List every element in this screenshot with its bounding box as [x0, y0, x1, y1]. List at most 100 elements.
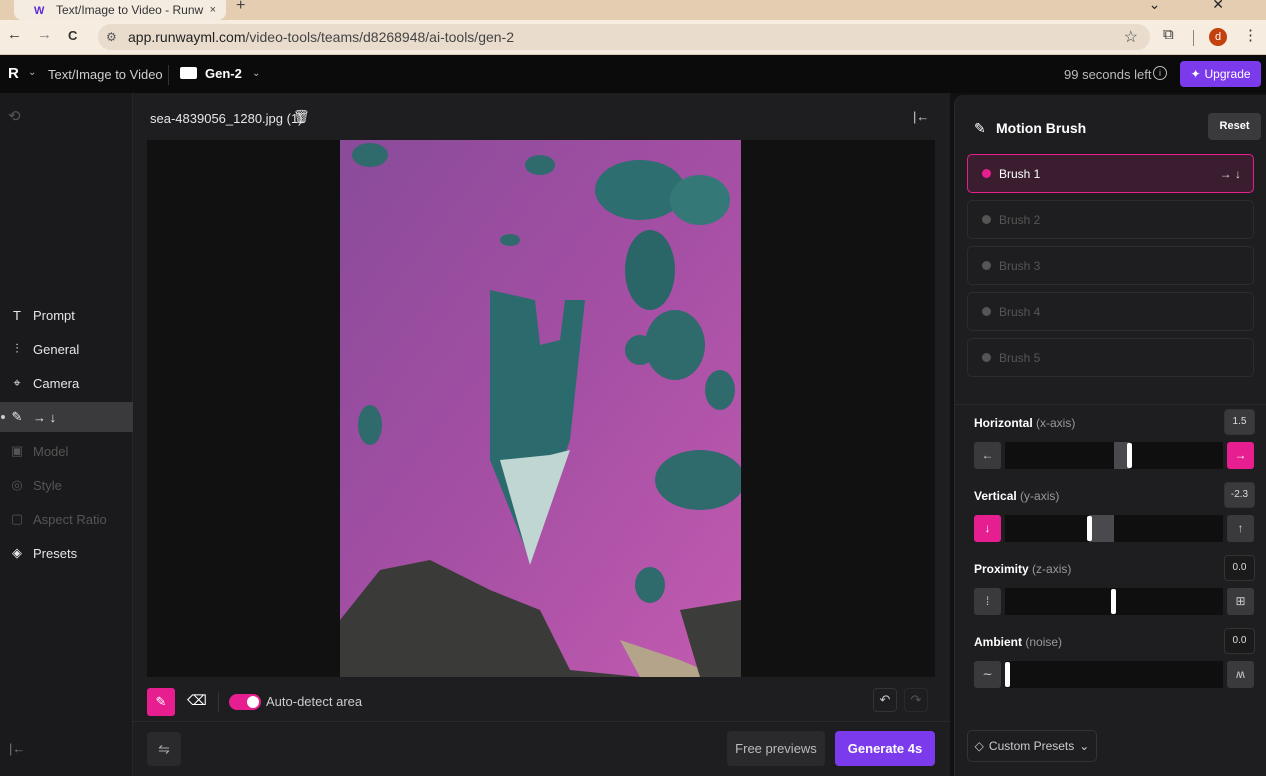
- sidebar-item-prompt[interactable]: T Prompt: [0, 300, 133, 330]
- browser-tab[interactable]: W Text/Image to Video - Runw ×: [14, 0, 226, 20]
- sidebar-item-label: Prompt: [33, 307, 75, 323]
- eraser-icon[interactable]: ⌫: [187, 692, 207, 709]
- brush-tool-button[interactable]: ✎: [147, 688, 175, 716]
- workspace: sea-4839056_1280.jpg (1) 🗑 |← ✎ ⌫ Auto-d…: [133, 93, 950, 776]
- panel-title: Motion Brush: [996, 120, 1087, 136]
- site-settings-icon[interactable]: ⚙: [106, 30, 124, 44]
- presets-icon: ◈: [12, 545, 22, 560]
- folder-icon: [180, 67, 197, 79]
- forward-button[interactable]: →: [37, 26, 52, 43]
- slider-fill: [1089, 515, 1114, 542]
- slider-handle[interactable]: [1111, 589, 1116, 614]
- brush-item-2[interactable]: Brush 2: [967, 200, 1254, 239]
- source-image[interactable]: [340, 140, 741, 677]
- app-header: R ⌄ Text/Image to Video Gen-2 ⌄ 99 secon…: [0, 55, 1266, 93]
- tab-close-icon[interactable]: ×: [210, 4, 216, 16]
- undo-button[interactable]: ↶: [873, 688, 897, 712]
- vertical-slider[interactable]: [1005, 515, 1223, 542]
- custom-presets-label: Custom Presets: [988, 739, 1075, 753]
- brush-item-3[interactable]: Brush 3: [967, 246, 1254, 285]
- upgrade-label: Upgrade: [1204, 67, 1251, 81]
- proximity-slider[interactable]: [1005, 588, 1223, 615]
- horizontal-slider[interactable]: [1005, 442, 1223, 469]
- proximity-near-icon[interactable]: ⊞: [1227, 588, 1254, 615]
- auto-detect-toggle[interactable]: [229, 694, 261, 710]
- reset-button[interactable]: Reset: [1208, 113, 1261, 140]
- chevron-down-icon[interactable]: ⌄: [28, 67, 36, 78]
- arrow-down-icon[interactable]: ↓: [974, 515, 1001, 542]
- auto-detect-label: Auto-detect area: [266, 694, 363, 709]
- sidebar-item-aspect-ratio[interactable]: ▢ Aspect Ratio: [0, 504, 133, 534]
- bookmark-star-icon[interactable]: ☆: [1124, 27, 1138, 47]
- redo-button[interactable]: ↷: [904, 688, 928, 712]
- sidebar-item-motion-brush[interactable]: ✎ → ↓: [0, 402, 133, 432]
- brush-item-5[interactable]: Brush 5: [967, 338, 1254, 377]
- slider-handle[interactable]: [1005, 662, 1010, 687]
- ambient-high-icon[interactable]: ʍ: [1227, 661, 1254, 688]
- url-bar[interactable]: ⚙ app.runwayml.com/video-tools/teams/d82…: [98, 24, 1150, 50]
- sidebar-item-camera[interactable]: ⌖ Camera: [0, 368, 133, 398]
- upgrade-button[interactable]: ✦ Upgrade: [1180, 61, 1261, 87]
- proximity-label: Proximity (z-axis): [974, 562, 1072, 576]
- sidebar-item-general[interactable]: ⫶ General: [0, 334, 133, 364]
- sidebar-item-label: Model: [33, 443, 69, 459]
- ambient-label: Ambient (noise): [974, 635, 1063, 649]
- generate-button[interactable]: Generate 4s: [835, 731, 935, 766]
- proximity-value[interactable]: 0.0: [1224, 555, 1255, 581]
- settings-toggle-button[interactable]: ⇋: [147, 732, 181, 766]
- reset-icon[interactable]: ⟲: [8, 107, 21, 125]
- runway-logo-icon[interactable]: R: [8, 65, 19, 82]
- collapse-sidebar-icon[interactable]: |←: [9, 741, 25, 756]
- proximity-far-icon[interactable]: ⁞: [974, 588, 1001, 615]
- project-name[interactable]: Gen-2: [205, 66, 242, 81]
- custom-presets-button[interactable]: ◇ Custom Presets ⌄: [967, 730, 1097, 762]
- bottom-divider: [133, 721, 950, 722]
- ambient-value[interactable]: 0.0: [1224, 628, 1255, 654]
- new-tab-button[interactable]: +: [236, 0, 245, 15]
- back-button[interactable]: ←: [7, 26, 22, 43]
- chevron-down-icon[interactable]: ⌄: [252, 68, 260, 79]
- image-canvas[interactable]: [147, 140, 935, 677]
- brush-icon: ✎: [11, 409, 23, 424]
- brush-icon: ✎: [974, 120, 986, 136]
- extensions-icon[interactable]: ⧉: [1163, 26, 1174, 43]
- sidebar-item-label: Presets: [33, 545, 78, 561]
- reload-button[interactable]: C: [68, 28, 77, 43]
- aerial-shipwreck-image: [340, 140, 741, 677]
- profile-avatar[interactable]: d: [1209, 28, 1227, 46]
- sidebar-item-presets[interactable]: ◈ Presets: [0, 538, 133, 568]
- presets-icon: ◇: [974, 739, 984, 753]
- info-icon[interactable]: i: [1153, 66, 1167, 80]
- free-previews-button[interactable]: Free previews: [727, 731, 825, 766]
- window-controls[interactable]: ⌄ ✕: [1149, 0, 1248, 13]
- trash-icon[interactable]: 🗑: [293, 109, 310, 125]
- vertical-value[interactable]: -2.3: [1224, 482, 1255, 508]
- header-divider: [168, 65, 169, 85]
- sidebar-item-label: General: [33, 341, 80, 357]
- sliders-icon: ⫶: [15, 341, 19, 356]
- arrow-right-icon[interactable]: →: [1227, 442, 1254, 469]
- image-filename: sea-4839056_1280.jpg (1): [150, 111, 303, 126]
- sidebar-item-label: Style: [33, 477, 62, 493]
- slider-handle[interactable]: [1087, 516, 1092, 541]
- brush-label: Brush 3: [999, 258, 1041, 273]
- app-name[interactable]: Text/Image to Video: [48, 67, 163, 82]
- sidebar-item-style[interactable]: ◎ Style: [0, 470, 133, 500]
- toolbar-separator: [1193, 30, 1194, 46]
- horizontal-value[interactable]: 1.5: [1224, 409, 1255, 435]
- brush-directions: → ↓: [1219, 166, 1241, 181]
- brush-color-dot: [982, 215, 991, 224]
- slider-handle[interactable]: [1127, 443, 1132, 468]
- sidebar-item-model[interactable]: ▣ Model: [0, 436, 133, 466]
- browser-menu-icon[interactable]: ⋮: [1243, 26, 1258, 44]
- ambient-low-icon[interactable]: ∼: [974, 661, 1001, 688]
- toggle-knob: [247, 696, 259, 708]
- arrow-up-icon[interactable]: ↑: [1227, 515, 1254, 542]
- sparkle-icon: ✦: [1190, 67, 1201, 81]
- arrow-left-icon[interactable]: ←: [974, 442, 1001, 469]
- ambient-slider[interactable]: [1005, 661, 1223, 688]
- collapse-panel-icon[interactable]: |←: [913, 109, 929, 124]
- brush-color-dot: [982, 261, 991, 270]
- brush-item-1[interactable]: Brush 1 → ↓: [967, 154, 1254, 193]
- brush-item-4[interactable]: Brush 4: [967, 292, 1254, 331]
